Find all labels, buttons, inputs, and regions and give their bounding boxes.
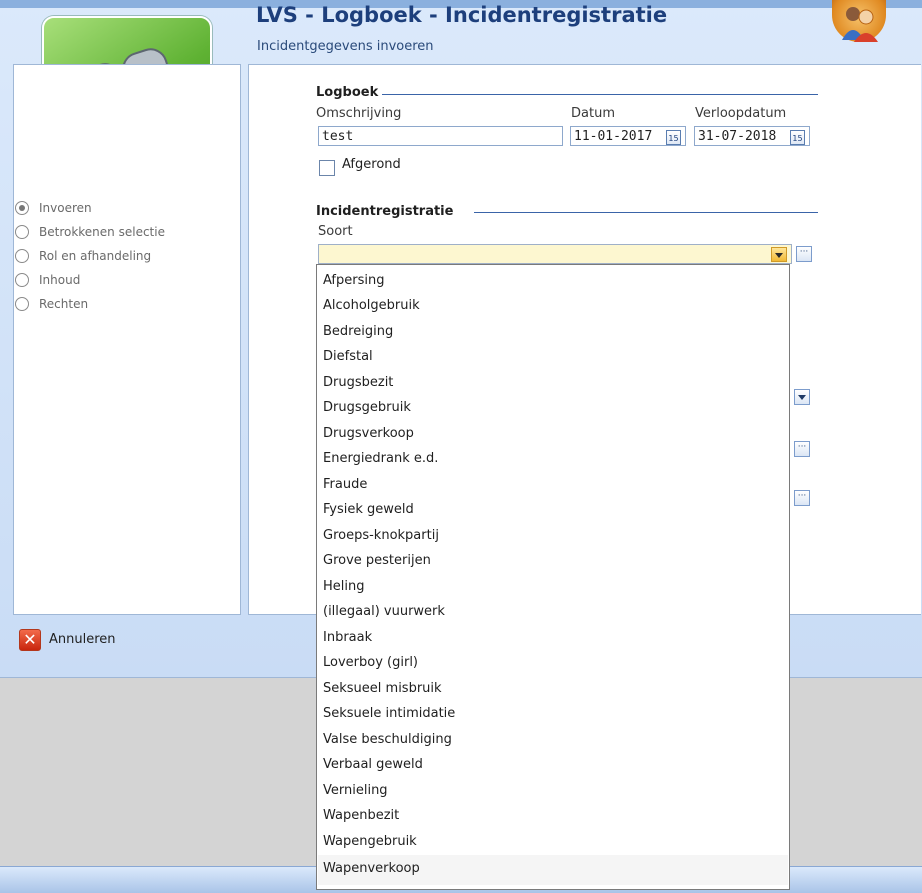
dropdown-option[interactable]: Drugsgebruik (323, 400, 411, 415)
ellipsis-icon[interactable]: ··· (794, 490, 810, 506)
ellipsis-icon[interactable]: ··· (794, 441, 810, 457)
dropdown-option[interactable]: Afpersing (323, 273, 384, 288)
ellipsis-icon[interactable]: ··· (796, 246, 812, 262)
dropdown-option[interactable]: Seksueel misbruik (323, 681, 442, 696)
users-icon[interactable] (832, 0, 886, 42)
dropdown-option[interactable]: Wapenverkoop (323, 861, 420, 876)
radio-icon[interactable] (15, 249, 29, 263)
step-label: Betrokkenen selectie (39, 225, 165, 239)
dropdown-option[interactable]: Alcoholgebruik (323, 298, 420, 313)
dropdown-option[interactable]: Vernieling (323, 783, 388, 798)
omschrijving-input[interactable]: test (318, 126, 563, 146)
dropdown-option[interactable]: Valse beschuldiging (323, 732, 452, 747)
dropdown-option[interactable]: Verbaal geweld (323, 757, 423, 772)
dropdown-option[interactable]: Bedreiging (323, 324, 393, 339)
dropdown-option[interactable]: Drugsverkoop (323, 426, 414, 441)
calendar-icon[interactable]: 15 (790, 130, 805, 145)
dropdown-option[interactable]: Drugsbezit (323, 375, 393, 390)
dropdown-option[interactable]: Fraude (323, 477, 367, 492)
step-inhoud[interactable]: Inhoud (15, 273, 81, 287)
dropdown-option[interactable]: Diefstal (323, 349, 373, 364)
chevron-down-icon[interactable] (794, 389, 810, 405)
close-icon[interactable]: ✕ (19, 629, 41, 651)
afgerond-checkbox[interactable] (319, 160, 335, 176)
radio-icon[interactable] (15, 225, 29, 239)
radio-icon[interactable] (15, 273, 29, 287)
omschrijving-label: Omschrijving (316, 106, 402, 121)
cancel-button[interactable]: Annuleren (49, 632, 116, 647)
dropdown-option[interactable]: Groeps-knokpartij (323, 528, 439, 543)
radio-icon[interactable] (15, 297, 29, 311)
soort-label: Soort (318, 224, 353, 239)
step-label: Rol en afhandeling (39, 249, 152, 263)
calendar-icon[interactable]: 15 (666, 130, 681, 145)
soort-select[interactable] (318, 244, 792, 264)
chevron-down-icon[interactable] (771, 247, 787, 262)
page-title: LVS - Logboek - Incidentregistratie (256, 3, 668, 27)
dropdown-option[interactable]: Heling (323, 579, 365, 594)
step-rechten[interactable]: Rechten (15, 297, 89, 311)
afgerond-label: Afgerond (342, 157, 401, 172)
wizard-steps-panel: Invoeren Betrokkenen selectie Rol en afh… (13, 64, 241, 615)
dropdown-option[interactable]: Grove pesterijen (323, 553, 431, 568)
soort-dropdown-list[interactable]: Afpersing Alcoholgebruik Bedreiging Dief… (316, 264, 790, 890)
verloopdatum-label: Verloopdatum (695, 106, 787, 121)
dropdown-option[interactable]: Loverboy (girl) (323, 655, 418, 670)
dropdown-option[interactable]: Wapenbezit (323, 808, 399, 823)
dropdown-option[interactable]: Energiedrank e.d. (323, 451, 438, 466)
step-label: Rechten (39, 297, 89, 311)
radio-icon[interactable] (15, 201, 29, 215)
dropdown-option[interactable]: Inbraak (323, 630, 372, 645)
datum-label: Datum (571, 106, 615, 121)
dropdown-option[interactable]: Seksuele intimidatie (323, 706, 455, 721)
dropdown-option[interactable]: (illegaal) vuurwerk (323, 604, 445, 619)
step-label: Inhoud (39, 273, 81, 287)
dropdown-option[interactable]: Fysiek geweld (323, 502, 414, 517)
page-subtitle: Incidentgegevens invoeren (257, 39, 434, 54)
step-rol-en-afhandeling[interactable]: Rol en afhandeling (15, 249, 152, 263)
incidentregistratie-divider (474, 212, 818, 213)
step-invoeren[interactable]: Invoeren (15, 201, 92, 215)
step-betrokkenen-selectie[interactable]: Betrokkenen selectie (15, 225, 165, 239)
step-label: Invoeren (39, 201, 92, 215)
incidentregistratie-legend: Incidentregistratie (316, 204, 454, 219)
dropdown-option[interactable]: Wapengebruik (323, 834, 417, 849)
logboek-divider (382, 94, 818, 95)
logboek-legend: Logboek (316, 85, 379, 100)
